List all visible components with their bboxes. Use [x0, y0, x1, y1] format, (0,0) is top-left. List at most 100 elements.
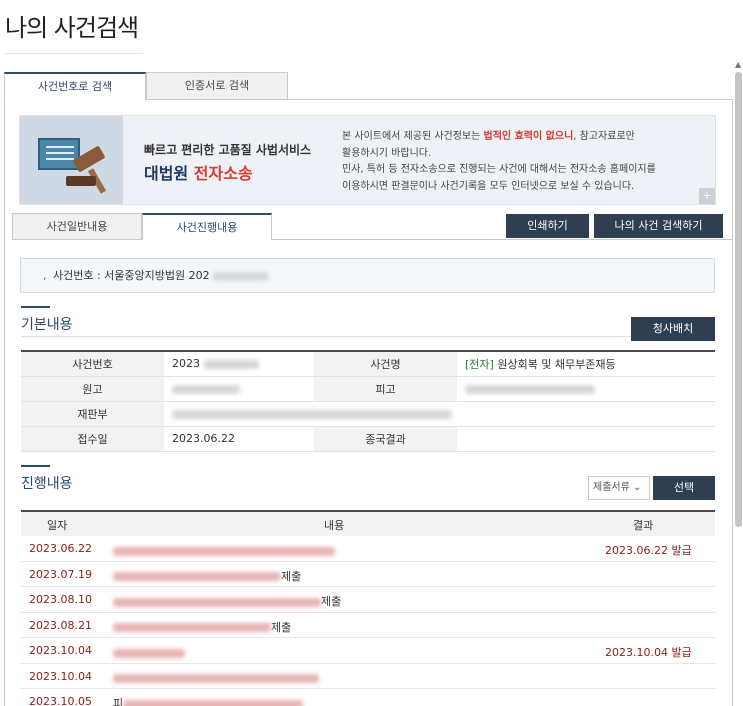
label-plaintiff: 원고 [21, 376, 164, 402]
tab-case-general[interactable]: 사건일반내용 [12, 213, 142, 240]
row-content: 제출 [113, 593, 341, 609]
value-filing-date: 2023.06.22 [164, 426, 314, 452]
tab-certificate-search[interactable]: 인증서로 검색 [146, 72, 288, 100]
frame-border-left [4, 99, 5, 706]
my-case-search-button[interactable]: 나의 사건 검색하기 [594, 214, 723, 238]
value-case-name: [전자] 원상회복 및 채무부존재등 [457, 350, 715, 377]
table-row: 재판부 [21, 401, 715, 427]
label-case-name: 사건명 [314, 350, 457, 377]
notice-text: 활용하시기 바랍니다. [342, 147, 432, 159]
redacted-text [123, 699, 304, 706]
table-row: 접수일 2023.06.22 종국결과 [21, 426, 715, 452]
header-result: 결과 [633, 519, 654, 532]
table-row: 2023.08.21 제출 [21, 613, 715, 638]
row-content-text: 피 [113, 697, 124, 706]
section-marker [21, 465, 50, 467]
notice-text: 이용하시면 판결문이나 사건기록을 모두 인터넷으로 보실 수 있습니다. [342, 180, 635, 192]
banner-headline-ecourt: 전자소송 [193, 164, 253, 183]
redacted-text [465, 384, 595, 394]
redacted-text [113, 546, 335, 556]
page-title: 나의 사건검색 [5, 14, 139, 42]
row-date: 2023.10.04 [29, 669, 92, 683]
scroll-up-icon[interactable]: ▲ [735, 60, 741, 69]
case-number-text: 사건번호 : 서울중앙지방법원 202 [53, 269, 210, 282]
value-court-division [164, 401, 715, 427]
label-court-division: 재판부 [21, 401, 164, 427]
case-number-box: , 사건번호 : 서울중앙지방법원 202 [20, 258, 715, 293]
frame-border-right [732, 99, 733, 706]
courthouse-layout-button[interactable]: 청사배치 [631, 317, 715, 341]
row-date: 2023.08.21 [29, 618, 92, 632]
title-divider [5, 53, 143, 54]
electronic-tag: [전자] [465, 357, 494, 371]
label-final-result: 종국결과 [314, 426, 457, 452]
section-divider [21, 336, 714, 337]
row-result: 2023.06.22 발급 [605, 544, 692, 557]
tab-case-number-search[interactable]: 사건번호로 검색 [4, 72, 146, 100]
case-number-value: 2023 [172, 357, 200, 371]
header-content: 내용 [324, 519, 345, 532]
row-date: 2023.08.10 [29, 593, 92, 606]
notice-warning: 법적인 효력이 없으니 [483, 131, 574, 142]
notice-text: 민사, 특허 등 전자소송으로 진행되는 사건에 대해서는 전자소송 홈페이지를 [342, 164, 656, 175]
redacted-text [213, 271, 269, 281]
table-row: 2023.08.10 제출 [21, 587, 715, 613]
basic-info-title: 기본내용 [21, 317, 73, 333]
row-date: 2023.06.22 [29, 542, 92, 555]
header-date: 일자 [47, 519, 68, 532]
basic-info-table: 사건번호 2023 사건명 [전자] 원상회복 및 채무부존재등 원고 피고 재… [21, 350, 715, 452]
value-plaintiff [164, 376, 314, 402]
ecourt-banner[interactable]: 빠르고 편리한 고품질 사법서비스 대법원 전자소송 본 사이트에서 제공된 사… [19, 115, 716, 205]
row-content: 제출 [113, 619, 291, 635]
row-date: 2023.10.05 [29, 695, 92, 706]
select-button[interactable]: 선택 [653, 476, 715, 500]
search-mode-tabs: 사건번호로 검색 인증서로 검색 [4, 72, 288, 100]
banner-subtitle: 빠르고 편리한 고품질 사법서비스 [144, 143, 312, 157]
banner-notice: 본 사이트에서 제공된 사건정보는 법적인 효력이 없으니, 참고자료로만 활용… [342, 129, 702, 195]
row-content-text: 제출 [271, 620, 292, 634]
table-row: 원고 피고 [21, 376, 715, 402]
redacted-text [113, 572, 281, 581]
table-row: 2023.10.04 2023.10.04 발급 [21, 638, 715, 664]
tab-divider [271, 239, 732, 240]
row-content: 제출 [113, 568, 301, 584]
bullet-icon: , [43, 269, 47, 282]
court-illustration-icon [20, 116, 123, 204]
notice-text: 본 사이트에서 제공된 사건정보는 [342, 131, 484, 142]
row-content: 피 [113, 695, 304, 706]
redacted-text [113, 648, 185, 658]
document-filter-select[interactable]: 제출서류 ⌄ [588, 476, 650, 500]
value-defendant [457, 376, 715, 402]
print-button[interactable]: 인쇄하기 [506, 214, 589, 238]
table-row: 2023.10.05 피 [21, 689, 715, 706]
filter-selected-value: 제출서류 [593, 482, 630, 493]
notice-text: , 참고자료로만 [573, 131, 635, 142]
banner-headline-court: 대법원 [144, 164, 189, 183]
label-defendant: 피고 [314, 376, 457, 402]
banner-headline: 대법원 전자소송 [144, 160, 253, 184]
value-final-result [457, 426, 715, 452]
value-case-number: 2023 [164, 350, 314, 377]
table-row: 2023.07.19 제출 [21, 562, 715, 587]
redacted-text [172, 384, 240, 394]
row-content-text: 제출 [321, 595, 342, 608]
plus-icon[interactable]: + [699, 188, 715, 204]
table-row: 2023.06.22 2023.06.22 발급 [21, 536, 715, 562]
row-content [113, 672, 319, 685]
tab-case-progress[interactable]: 사건진행내용 [142, 213, 272, 240]
redacted-text [113, 597, 321, 607]
progress-table: 2023.06.22 2023.06.22 발급 2023.07.19 제출 2… [21, 536, 715, 706]
row-content-text: 제출 [281, 569, 302, 583]
row-content [113, 646, 185, 659]
case-name-value: 원상회복 및 채무부존재등 [497, 357, 616, 371]
vertical-scrollbar[interactable]: ▲ [734, 60, 743, 706]
tab-divider [146, 99, 732, 100]
case-info-tabs: 사건일반내용 사건진행내용 [12, 213, 272, 240]
chevron-down-icon: ⌄ [633, 482, 642, 493]
redacted-text [172, 409, 452, 419]
section-marker [21, 306, 50, 308]
label-case-number: 사건번호 [21, 350, 164, 377]
table-row: 2023.10.04 [21, 664, 715, 689]
scrollbar-thumb[interactable] [735, 72, 742, 527]
progress-table-header: 일자 내용 결과 [21, 510, 715, 536]
